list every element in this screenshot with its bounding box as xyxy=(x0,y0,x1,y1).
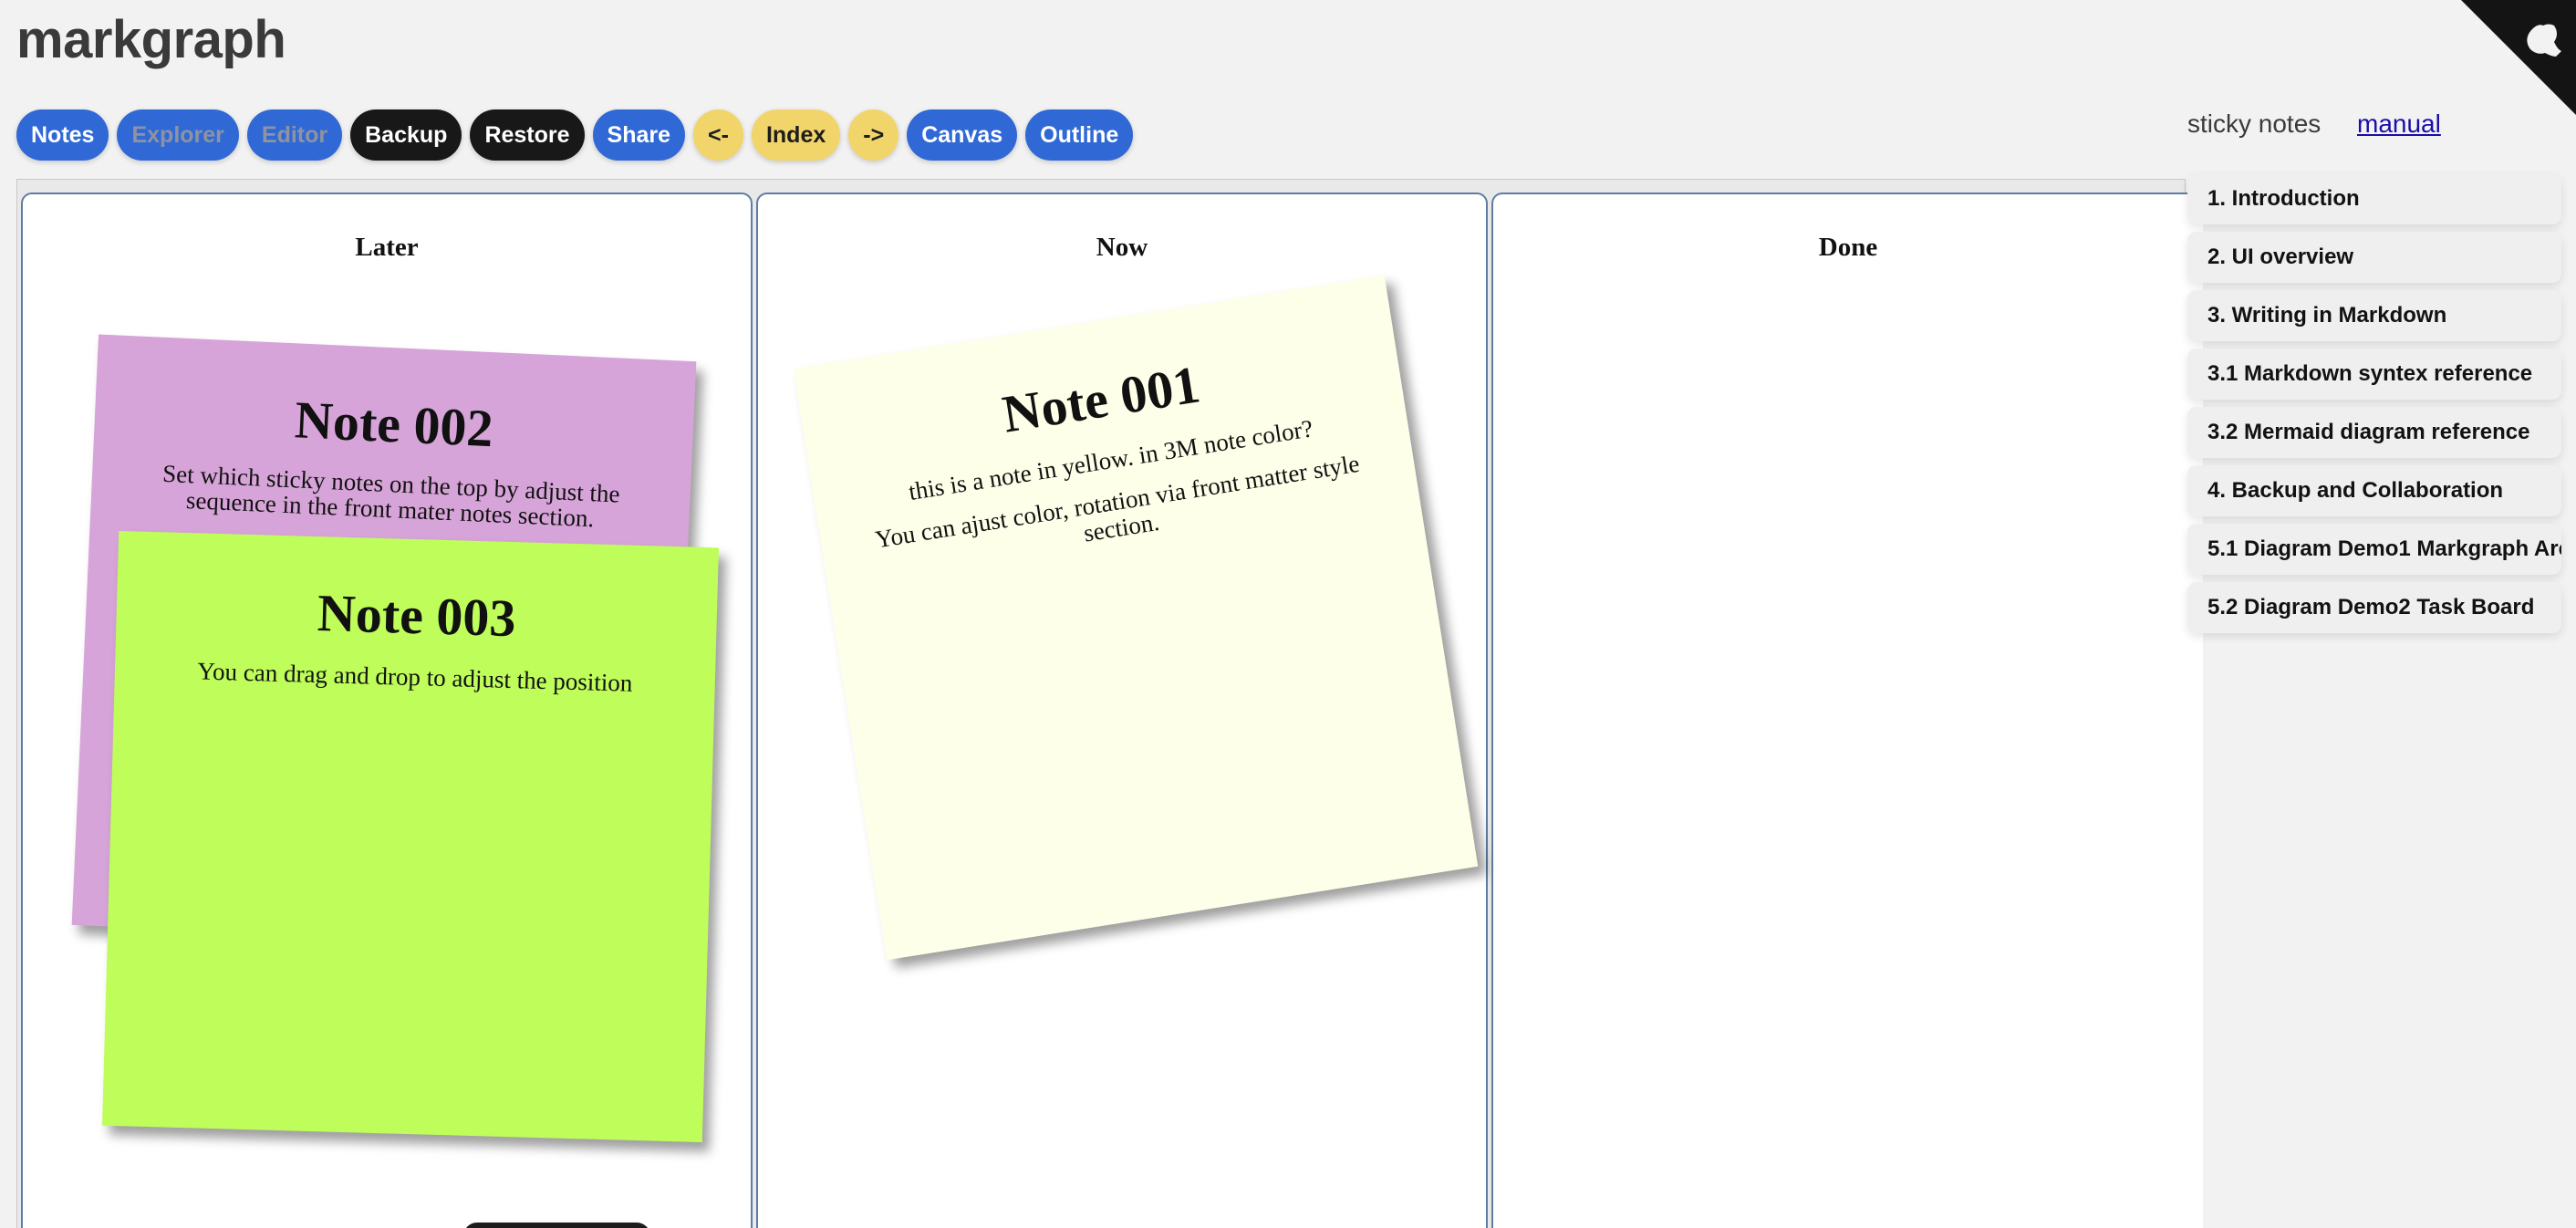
app-root: markgraph Notes Explorer Editor Backup R… xyxy=(0,0,2576,1228)
index-button[interactable]: Index xyxy=(751,109,841,161)
lane-title: Done xyxy=(1818,233,1878,262)
app-title: markgraph xyxy=(16,10,286,69)
share-button[interactable]: Share xyxy=(592,109,686,161)
lane-title: Now xyxy=(1096,233,1148,262)
outline-panel: 1. Introduction 2. UI overview 3. Writin… xyxy=(2187,173,2561,640)
canvas-button[interactable]: Canvas xyxy=(907,109,1018,161)
explorer-button[interactable]: Explorer xyxy=(117,109,239,161)
github-corner-icon[interactable] xyxy=(2461,0,2576,115)
next-button[interactable]: -> xyxy=(848,109,899,161)
outline-item[interactable]: 3.2 Mermaid diagram reference xyxy=(2187,407,2561,458)
outline-item[interactable]: 2. UI overview xyxy=(2187,232,2561,283)
lane-done: Done xyxy=(1491,193,2203,1228)
outline-item[interactable]: 1. Introduction xyxy=(2187,173,2561,224)
restore-button[interactable]: Restore xyxy=(470,109,585,161)
outline-item[interactable]: 5.2 Diagram Demo2 Task Board xyxy=(2187,582,2561,633)
previous-button[interactable]: <- xyxy=(693,109,743,161)
outline-item[interactable]: 3. Writing in Markdown xyxy=(2187,290,2561,341)
editor-button[interactable]: Editor xyxy=(246,109,343,161)
toolbar: Notes Explorer Editor Backup Restore Sha… xyxy=(16,109,1134,161)
outline-item[interactable]: 3.1 Markdown syntex reference xyxy=(2187,349,2561,400)
outline-item[interactable]: 4. Backup and Collaboration xyxy=(2187,465,2561,516)
outline-button[interactable]: Outline xyxy=(1025,109,1134,161)
sticky-note[interactable]: Note 003 You can drag and drop to adjust… xyxy=(102,530,719,1143)
sticky-note[interactable]: Note 001 this is a note in yellow. in 3M… xyxy=(793,275,1479,961)
manual-link[interactable]: manual xyxy=(2357,109,2441,139)
board: Later Now Done Note 002 Set which sticky… xyxy=(16,179,2203,1228)
lane-title: Later xyxy=(355,233,419,262)
page-name-label: sticky notes xyxy=(2187,109,2322,138)
bottom-button-stub[interactable] xyxy=(463,1223,650,1228)
notes-button[interactable]: Notes xyxy=(16,109,109,161)
outline-item[interactable]: 5.1 Diagram Demo1 Markgraph Architecture xyxy=(2187,524,2561,575)
backup-button[interactable]: Backup xyxy=(350,109,462,161)
